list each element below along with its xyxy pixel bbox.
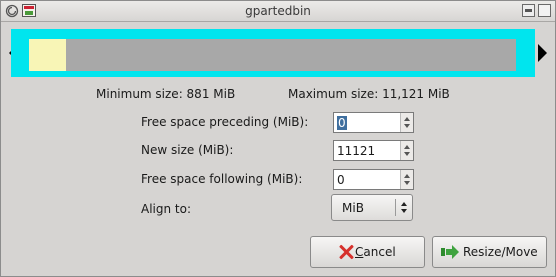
free-space-preceding-spinner[interactable]: 0 bbox=[333, 112, 414, 133]
cancel-icon bbox=[339, 245, 353, 259]
cancel-label: Cancel bbox=[355, 245, 396, 259]
maximize-icon[interactable] bbox=[538, 4, 551, 17]
free-space-preceding-value[interactable]: 0 bbox=[337, 116, 347, 130]
new-size-spinner[interactable]: 11121 bbox=[333, 140, 414, 161]
spinner-arrows[interactable] bbox=[400, 141, 413, 160]
free-space-following-label: Free space following (MiB): bbox=[141, 172, 303, 186]
partition-bar bbox=[29, 39, 516, 71]
resize-move-button[interactable]: Resize/Move bbox=[432, 236, 547, 268]
minimize-icon[interactable] bbox=[522, 4, 535, 17]
free-space-preceding-label: Free space preceding (MiB): bbox=[141, 115, 309, 129]
new-size-label: New size (MiB): bbox=[141, 143, 234, 157]
resize-move-label: Resize/Move bbox=[463, 245, 538, 259]
partition-resizer[interactable] bbox=[11, 29, 535, 77]
align-to-value: MiB bbox=[342, 201, 364, 215]
free-space-following-value[interactable]: 0 bbox=[337, 173, 345, 187]
minimum-size-label: Minimum size: 881 MiB bbox=[96, 87, 236, 101]
spinner-arrows[interactable] bbox=[400, 170, 413, 189]
resize-move-icon bbox=[441, 245, 459, 259]
align-to-label: Align to: bbox=[141, 202, 192, 216]
window-title: gpartedbin bbox=[245, 4, 311, 18]
align-to-select[interactable]: MiB bbox=[331, 194, 413, 221]
maximum-size-label: Maximum size: 11,121 MiB bbox=[288, 87, 450, 101]
used-space bbox=[29, 39, 66, 71]
cancel-button[interactable]: Cancel bbox=[310, 236, 425, 268]
chevron-down-icon bbox=[401, 209, 407, 213]
title-bar: gpartedbin bbox=[1, 1, 555, 22]
resize-right-handle[interactable] bbox=[538, 44, 547, 62]
chevron-up-icon bbox=[401, 202, 407, 206]
free-space-following-spinner[interactable]: 0 bbox=[333, 169, 414, 190]
spinner-arrows[interactable] bbox=[400, 113, 413, 132]
new-size-value[interactable]: 11121 bbox=[337, 144, 375, 158]
